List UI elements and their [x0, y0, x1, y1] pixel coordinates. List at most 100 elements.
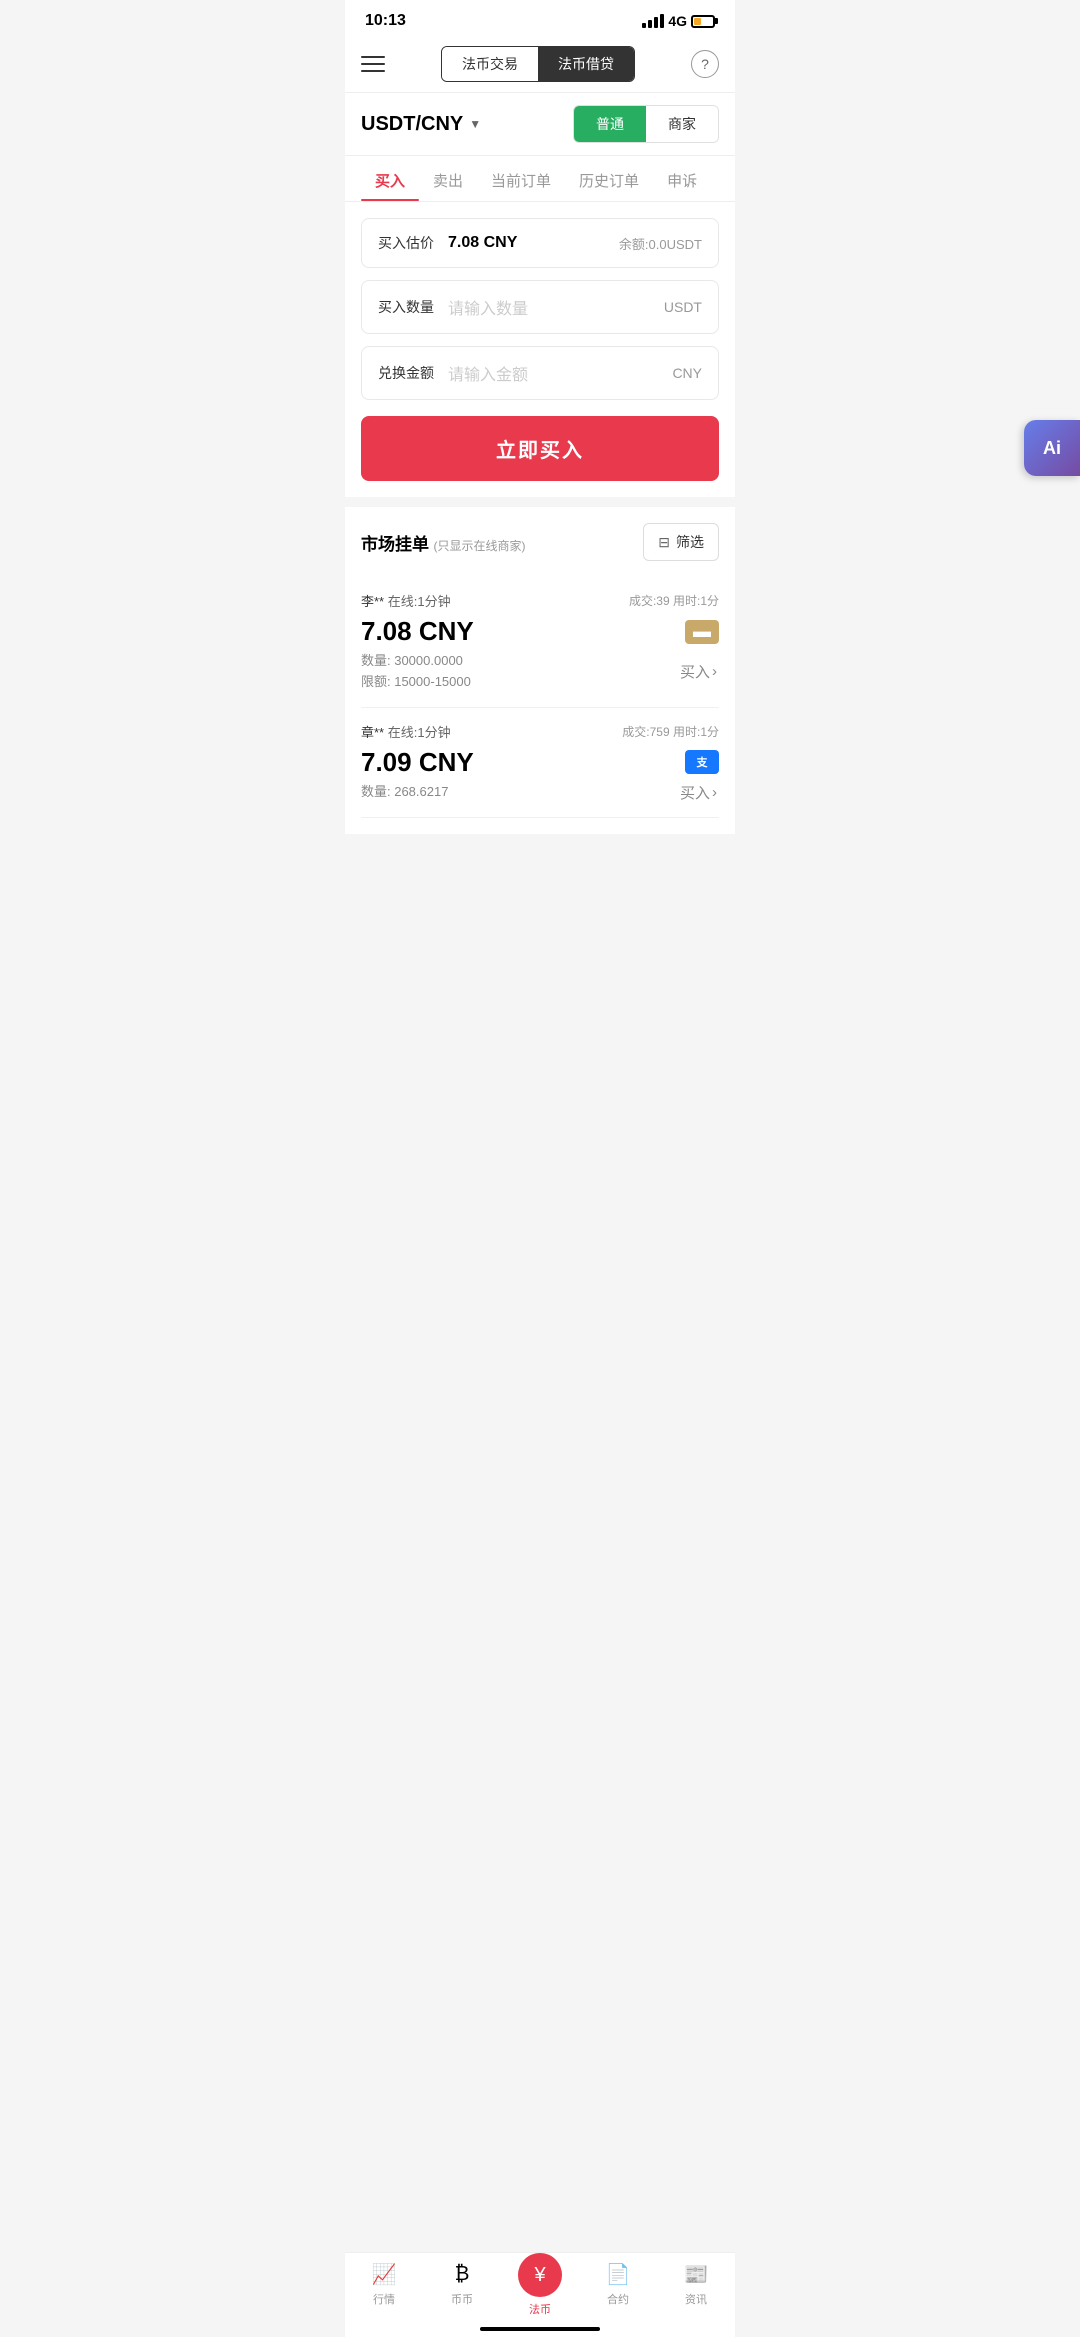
pair-dropdown-icon: ▼ [469, 117, 481, 131]
market-title: 市场挂单 [361, 535, 429, 554]
order-price-row-2: 7.09 CNY 支 [361, 747, 719, 778]
pair-selector[interactable]: USDT/CNY ▼ [361, 113, 481, 136]
home-indicator [480, 2327, 600, 2331]
balance-display: 余额:0.0USDT [619, 234, 702, 253]
order-meta-1: 李** 在线:1分钟 成交:39 用时:1分 [361, 591, 719, 610]
filter-label: 筛选 [676, 532, 704, 552]
menu-button[interactable] [361, 56, 385, 72]
nav-news[interactable]: 📰 资讯 [666, 2261, 726, 2317]
nav-contract[interactable]: 📄 合约 [588, 2261, 648, 2317]
order-details-1: 数量: 30000.0000 限额: 15000-15000 买入 › [361, 651, 719, 693]
price-value: 7.08 CNY [448, 234, 619, 252]
ai-badge[interactable]: Ai [1024, 420, 1080, 476]
market-header: 市场挂单 (只显示在线商家) ⊟ 筛选 [361, 523, 719, 561]
status-time: 10:13 [365, 12, 406, 30]
network-type: 4G [668, 13, 687, 29]
filter-button[interactable]: ⊟ 筛选 [643, 523, 719, 561]
buy-link-arrow-1: › [712, 663, 717, 680]
order-amount-info-1: 数量: 30000.0000 限额: 15000-15000 [361, 651, 471, 693]
market-subtitle: (只显示在线商家) [433, 539, 525, 553]
order-price-2: 7.09 CNY [361, 747, 474, 778]
amount-unit: CNY [672, 365, 702, 381]
market-nav-icon: 📈 [371, 2261, 397, 2287]
order-quantity-1: 数量: 30000.0000 [361, 651, 471, 672]
order-price-row-1: 7.08 CNY ▬ [361, 616, 719, 647]
buy-link-label-1: 买入 [680, 661, 710, 682]
payment-icon-card: ▬ [685, 620, 719, 644]
tab-appeal[interactable]: 申诉 [653, 156, 711, 201]
seller-name-2: 章** [361, 725, 384, 740]
order-details-2: 数量: 268.6217 买入 › [361, 782, 719, 803]
nav-market-label: 行情 [373, 2291, 395, 2307]
amount-field[interactable]: 兑换金额 请输入金额 CNY [361, 346, 719, 400]
news-nav-icon: 📰 [683, 2261, 709, 2287]
status-right: 4G [642, 13, 715, 29]
market-title-group: 市场挂单 (只显示在线商家) [361, 530, 525, 555]
quantity-field[interactable]: 买入数量 请输入数量 USDT [361, 280, 719, 334]
payment-icon-alipay: 支 [685, 750, 719, 774]
status-bar: 10:13 4G [345, 0, 735, 36]
type-normal-button[interactable]: 普通 [574, 106, 646, 142]
order-item-2: 章** 在线:1分钟 成交:759 用时:1分 7.09 CNY 支 数量: 2… [361, 708, 719, 818]
signal-icon [642, 14, 664, 28]
tab-fabi-trade[interactable]: 法币交易 [442, 47, 538, 81]
buy-now-button[interactable]: 立即买入 [361, 416, 719, 481]
nav-fabi-label: 法币 [529, 2301, 551, 2317]
time-label-1: 用时:1分 [673, 594, 719, 608]
help-button[interactable]: ? [691, 50, 719, 78]
section-divider [345, 497, 735, 507]
type-button-group: 普通 商家 [573, 105, 719, 143]
time-label-2: 用时:1分 [673, 725, 719, 739]
buy-link-arrow-2: › [712, 784, 717, 801]
order-amount-info-2: 数量: 268.6217 [361, 782, 448, 803]
tab-sell[interactable]: 卖出 [419, 156, 477, 201]
market-section: 市场挂单 (只显示在线商家) ⊟ 筛选 李** 在线:1分钟 成交:39 用时:… [345, 507, 735, 834]
nav-contract-label: 合约 [607, 2291, 629, 2307]
crypto-nav-icon: ₿ [449, 2261, 475, 2287]
pair-section: USDT/CNY ▼ 普通 商家 [345, 93, 735, 156]
order-quantity-2: 数量: 268.6217 [361, 782, 448, 803]
amount-input[interactable]: 请输入金额 [448, 361, 672, 385]
tab-history-orders[interactable]: 历史订单 [565, 156, 653, 201]
type-merchant-button[interactable]: 商家 [646, 106, 718, 142]
seller-name-1: 李** [361, 594, 384, 609]
quantity-unit: USDT [664, 299, 702, 315]
price-field: 买入估价 7.08 CNY 余额:0.0USDT [361, 218, 719, 268]
nav-crypto-label: 币币 [451, 2291, 473, 2307]
trade-tab-group: 买入 卖出 当前订单 历史订单 申诉 [345, 156, 735, 202]
buy-link-2[interactable]: 买入 › [680, 782, 719, 803]
order-stats-1: 成交:39 用时:1分 [629, 592, 719, 609]
quantity-label: 买入数量 [378, 297, 438, 317]
price-label: 买入估价 [378, 233, 438, 253]
seller-info-1: 李** 在线:1分钟 [361, 591, 451, 610]
contract-nav-icon: 📄 [605, 2261, 631, 2287]
order-price-1: 7.08 CNY [361, 616, 474, 647]
order-stats-2: 成交:759 用时:1分 [622, 723, 719, 740]
tab-fabi-loan[interactable]: 法币借贷 [538, 47, 634, 81]
header-tab-group: 法币交易 法币借贷 [441, 46, 635, 82]
seller-status-1: 在线:1分钟 [388, 594, 451, 609]
bottom-nav: 📈 行情 ₿ 币币 ¥ 法币 📄 合约 📰 资讯 [345, 2252, 735, 2337]
nav-market[interactable]: 📈 行情 [354, 2261, 414, 2317]
buy-link-label-2: 买入 [680, 782, 710, 803]
order-limit-1: 限额: 15000-15000 [361, 672, 471, 693]
nav-fabi[interactable]: ¥ 法币 [510, 2261, 570, 2317]
buy-link-1[interactable]: 买入 › [680, 661, 719, 682]
pair-name: USDT/CNY [361, 113, 463, 136]
order-item: 李** 在线:1分钟 成交:39 用时:1分 7.08 CNY ▬ 数量: 30… [361, 577, 719, 708]
order-meta-2: 章** 在线:1分钟 成交:759 用时:1分 [361, 722, 719, 741]
tab-current-orders[interactable]: 当前订单 [477, 156, 565, 201]
seller-status-2: 在线:1分钟 [388, 725, 451, 740]
quantity-input[interactable]: 请输入数量 [448, 295, 664, 319]
amount-label: 兑换金额 [378, 363, 438, 383]
tab-buy[interactable]: 买入 [361, 156, 419, 201]
fabi-nav-icon: ¥ [518, 2253, 562, 2297]
trade-form: 买入估价 7.08 CNY 余额:0.0USDT 买入数量 请输入数量 USDT… [345, 202, 735, 497]
nav-news-label: 资讯 [685, 2291, 707, 2307]
seller-info-2: 章** 在线:1分钟 [361, 722, 451, 741]
header: 法币交易 法币借贷 ? [345, 36, 735, 93]
deal-count-2: 成交:759 [622, 725, 669, 739]
battery-icon [691, 15, 715, 28]
nav-crypto[interactable]: ₿ 币币 [432, 2261, 492, 2317]
filter-icon: ⊟ [658, 534, 670, 551]
